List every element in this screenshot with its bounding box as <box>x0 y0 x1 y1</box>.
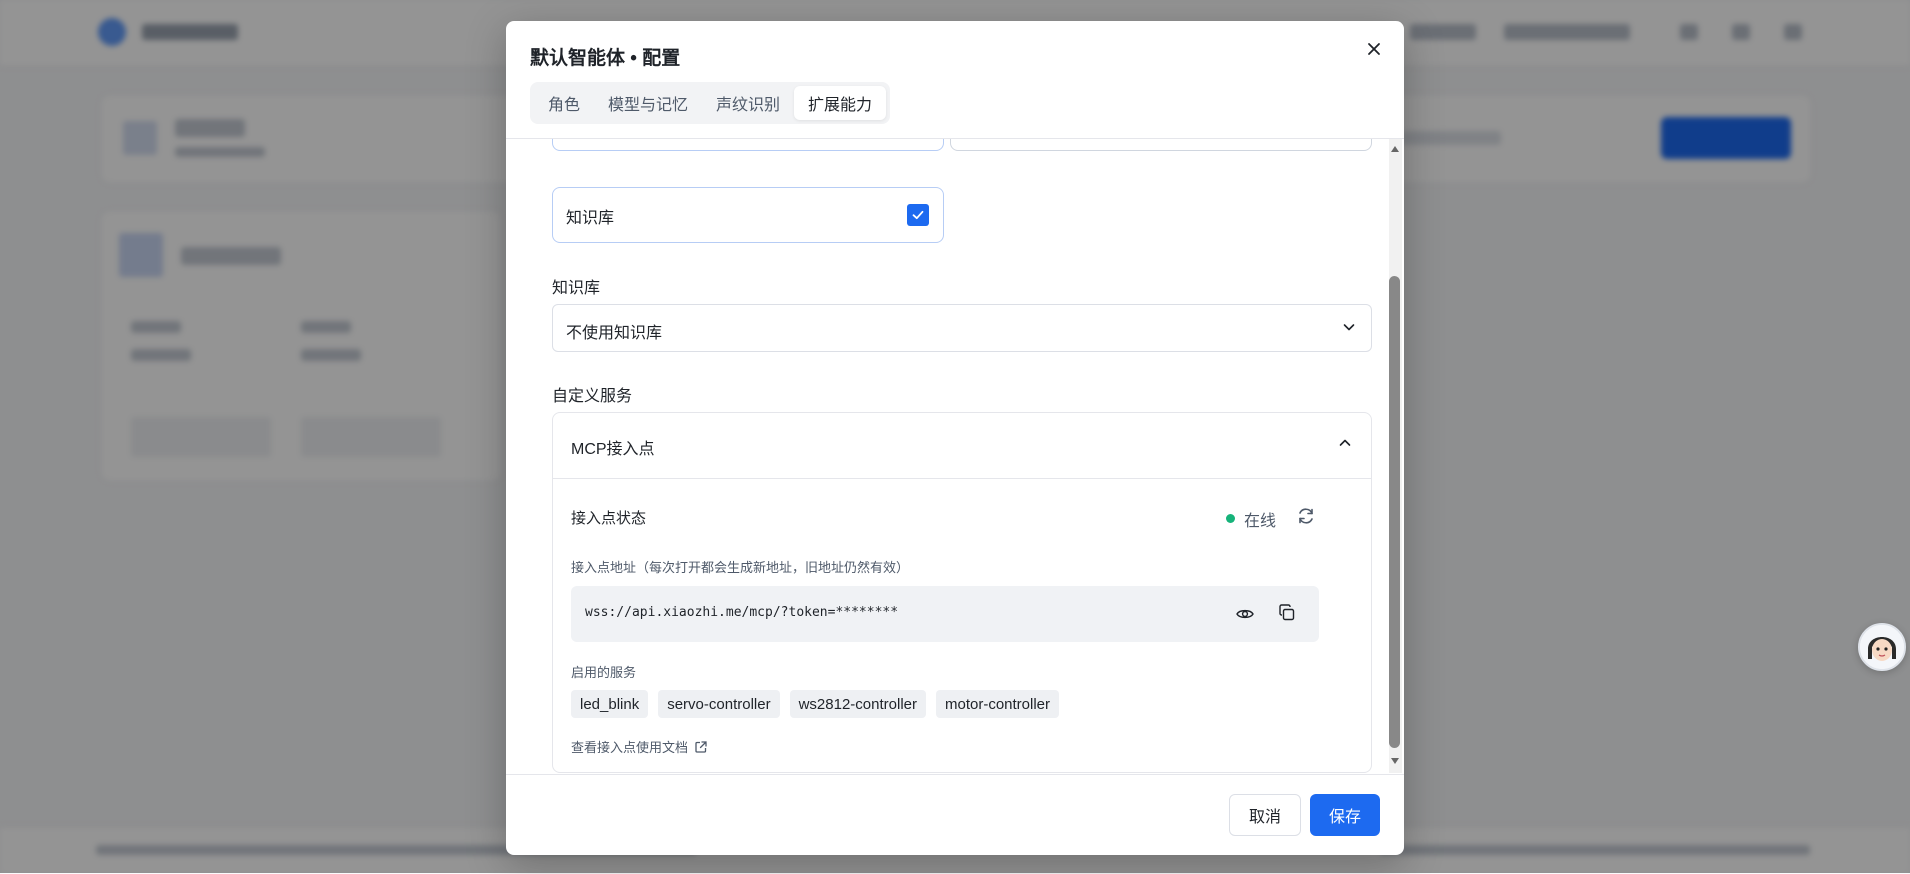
capability-card-previous[interactable] <box>552 139 944 151</box>
refresh-icon <box>1299 508 1313 524</box>
close-icon <box>1368 43 1380 55</box>
endpoint-url-box: wss://api.xiaozhi.me/mcp/?token=******** <box>571 586 1319 642</box>
tab-model-memory[interactable]: 模型与记忆 <box>594 86 702 120</box>
custom-service-label: 自定义服务 <box>552 388 633 405</box>
tab-voiceprint[interactable]: 声纹识别 <box>702 86 794 120</box>
scroll-down-arrow-icon[interactable] <box>1391 758 1399 764</box>
enabled-services-label: 启用的服务 <box>571 665 637 680</box>
knowledge-checkbox[interactable] <box>907 204 929 226</box>
eye-icon <box>1236 609 1254 619</box>
assistant-avatar[interactable] <box>1858 623 1906 671</box>
dialog-title: 默认智能体 • 配置 <box>530 48 681 69</box>
avatar-face-icon <box>1860 625 1904 669</box>
external-link-icon <box>695 740 707 753</box>
capability-card-previous-2[interactable] <box>950 139 1372 151</box>
cancel-button[interactable]: 取消 <box>1229 794 1301 836</box>
capability-card-knowledge[interactable]: 知识库 <box>552 187 944 243</box>
copy-url-button[interactable] <box>1277 603 1297 628</box>
scrollbar-thumb[interactable] <box>1389 276 1400 748</box>
capability-label: 知识库 <box>566 210 615 227</box>
footer-divider <box>506 774 1404 775</box>
scroll-up-arrow-icon[interactable] <box>1391 146 1399 152</box>
service-tag: servo-controller <box>658 690 780 718</box>
mcp-panel-title: MCP接入点 <box>571 441 655 458</box>
service-tag: motor-controller <box>935 690 1060 718</box>
save-button[interactable]: 保存 <box>1310 794 1380 836</box>
show-token-button[interactable] <box>1235 604 1255 629</box>
chevron-down-icon <box>1343 324 1355 331</box>
agent-config-dialog: 默认智能体 • 配置 角色 模型与记忆 声纹识别 扩展能力 知识库 知识库 不使… <box>506 21 1404 855</box>
endpoint-status-label: 接入点状态 <box>571 510 647 527</box>
mcp-panel: MCP接入点 接入点状态 在线 接入点地址（每次打开都会生成新地址，旧地址仍然有… <box>552 412 1372 773</box>
close-button[interactable] <box>1360 35 1388 63</box>
enabled-services-list: led_blink servo-controller ws2812-contro… <box>571 690 1060 718</box>
mcp-panel-header[interactable]: MCP接入点 <box>553 413 1371 479</box>
knowledge-select-value: 不使用知识库 <box>566 325 663 342</box>
service-tag: ws2812-controller <box>789 690 926 718</box>
chevron-up-icon <box>1339 439 1351 446</box>
config-tabs: 角色 模型与记忆 声纹识别 扩展能力 <box>530 82 891 124</box>
dialog-body: 知识库 知识库 不使用知识库 自定义服务 MCP接入点 接入点状态 在线 接入点… <box>506 139 1404 774</box>
endpoint-docs-link[interactable]: 查看接入点使用文档 <box>571 737 708 756</box>
tab-extensions[interactable]: 扩展能力 <box>794 86 887 120</box>
copy-icon <box>1279 604 1295 621</box>
endpoint-url-label: 接入点地址（每次打开都会生成新地址，旧地址仍然有效） <box>571 560 910 575</box>
online-status-dot <box>1226 514 1235 523</box>
refresh-button[interactable] <box>1295 505 1317 527</box>
tab-role[interactable]: 角色 <box>534 86 594 120</box>
endpoint-status-value: 在线 <box>1244 513 1277 530</box>
check-icon <box>912 210 924 220</box>
service-tag: led_blink <box>571 690 649 718</box>
endpoint-docs-link-label: 查看接入点使用文档 <box>571 740 689 755</box>
endpoint-url: wss://api.xiaozhi.me/mcp/?token=******** <box>585 605 899 620</box>
knowledge-section-label: 知识库 <box>552 280 601 297</box>
knowledge-select[interactable]: 不使用知识库 <box>552 304 1372 352</box>
